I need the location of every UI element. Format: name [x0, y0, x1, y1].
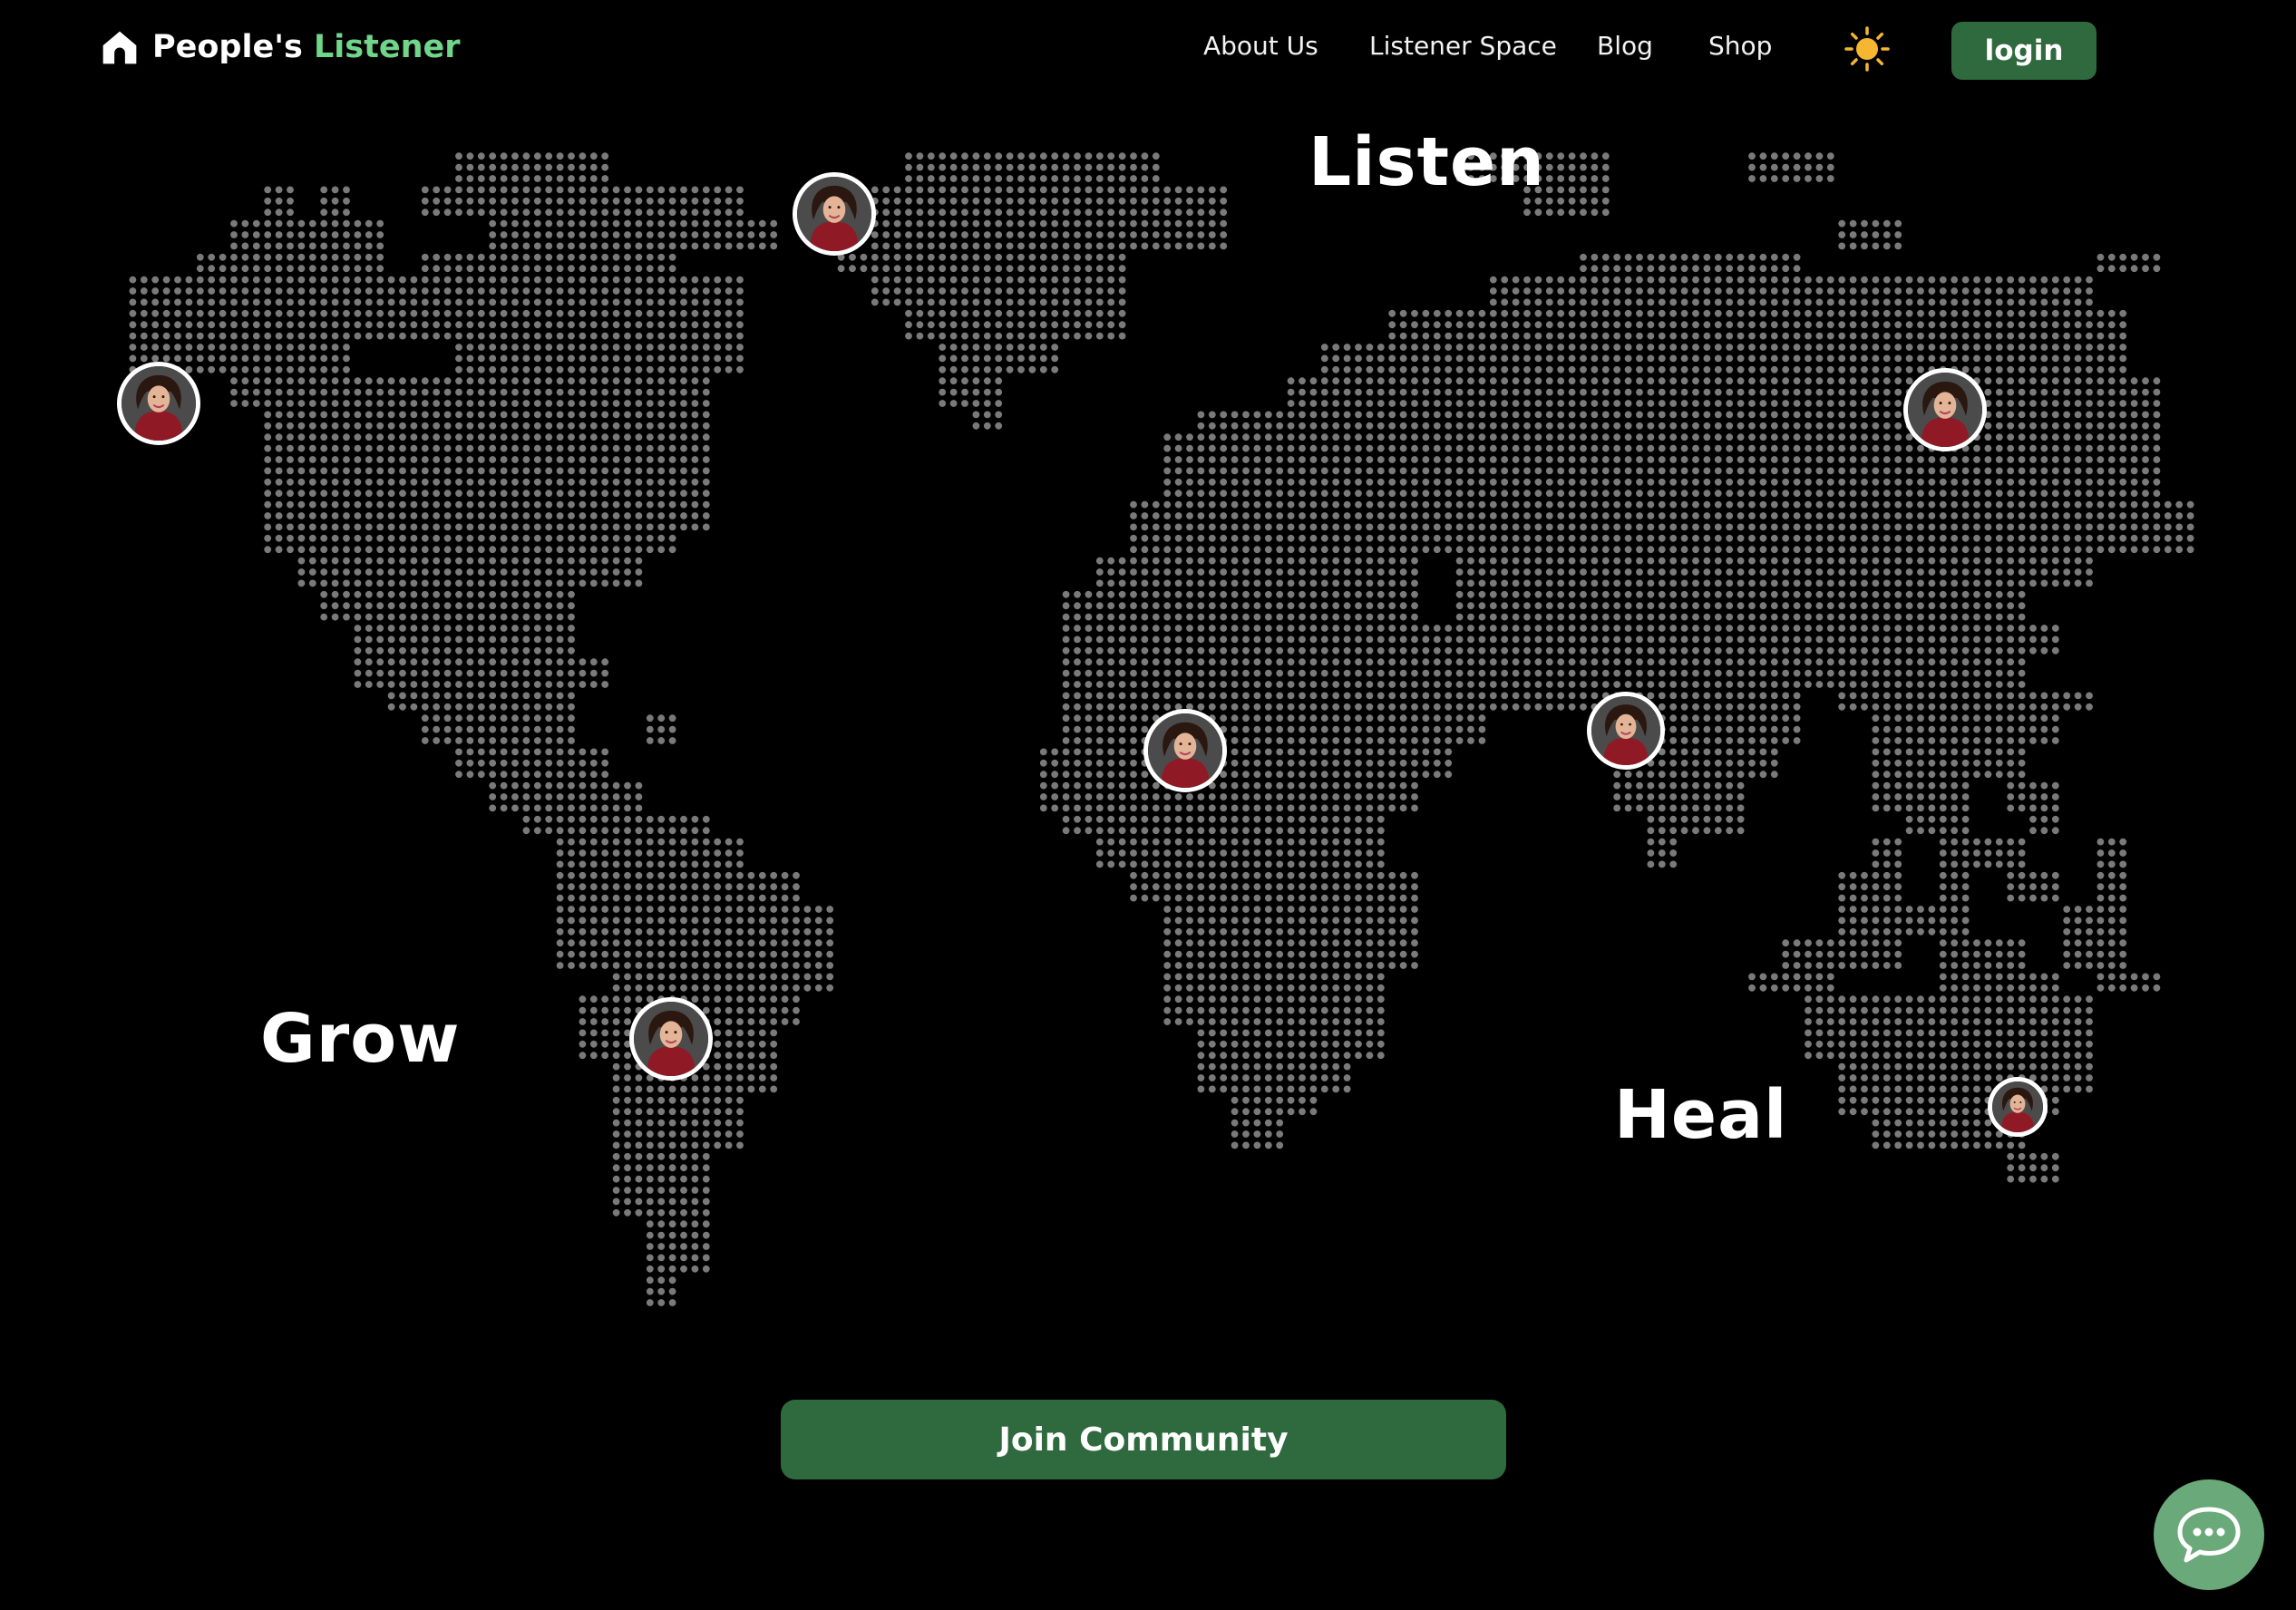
login-button[interactable]: login: [1951, 22, 2097, 80]
listener-avatar[interactable]: [793, 172, 876, 256]
brand-logo[interactable]: People's Listener: [100, 27, 461, 67]
chat-bubble-icon: [2177, 1507, 2241, 1563]
hero-word-heal: Heal: [1614, 1076, 1788, 1154]
brand-name-part2: Listener: [313, 29, 461, 65]
listener-avatar[interactable]: [1587, 692, 1665, 770]
listener-avatar[interactable]: [629, 997, 713, 1081]
listener-avatar[interactable]: [1903, 368, 1987, 451]
nav-listener-space[interactable]: Listener Space: [1369, 31, 1557, 61]
join-community-button[interactable]: Join Community: [781, 1400, 1506, 1479]
chat-button[interactable]: [2154, 1479, 2264, 1590]
navbar: People's Listener About Us Listener Spac…: [0, 0, 2296, 100]
listener-avatar[interactable]: [117, 362, 200, 445]
sun-icon: [1844, 26, 1890, 72]
listener-avatar[interactable]: [1988, 1077, 2048, 1137]
hero-word-listen: Listen: [1309, 123, 1545, 201]
nav-shop[interactable]: Shop: [1708, 31, 1772, 61]
hero-word-grow: Grow: [260, 1000, 461, 1078]
nav-blog[interactable]: Blog: [1597, 31, 1653, 61]
nav-about-us[interactable]: About Us: [1203, 31, 1318, 61]
brand-name: People's Listener: [152, 29, 461, 65]
theme-toggle[interactable]: [1844, 25, 1891, 73]
home-icon: [102, 31, 137, 64]
brand-name-part1: People's: [152, 29, 314, 65]
listener-avatar[interactable]: [1143, 709, 1227, 792]
